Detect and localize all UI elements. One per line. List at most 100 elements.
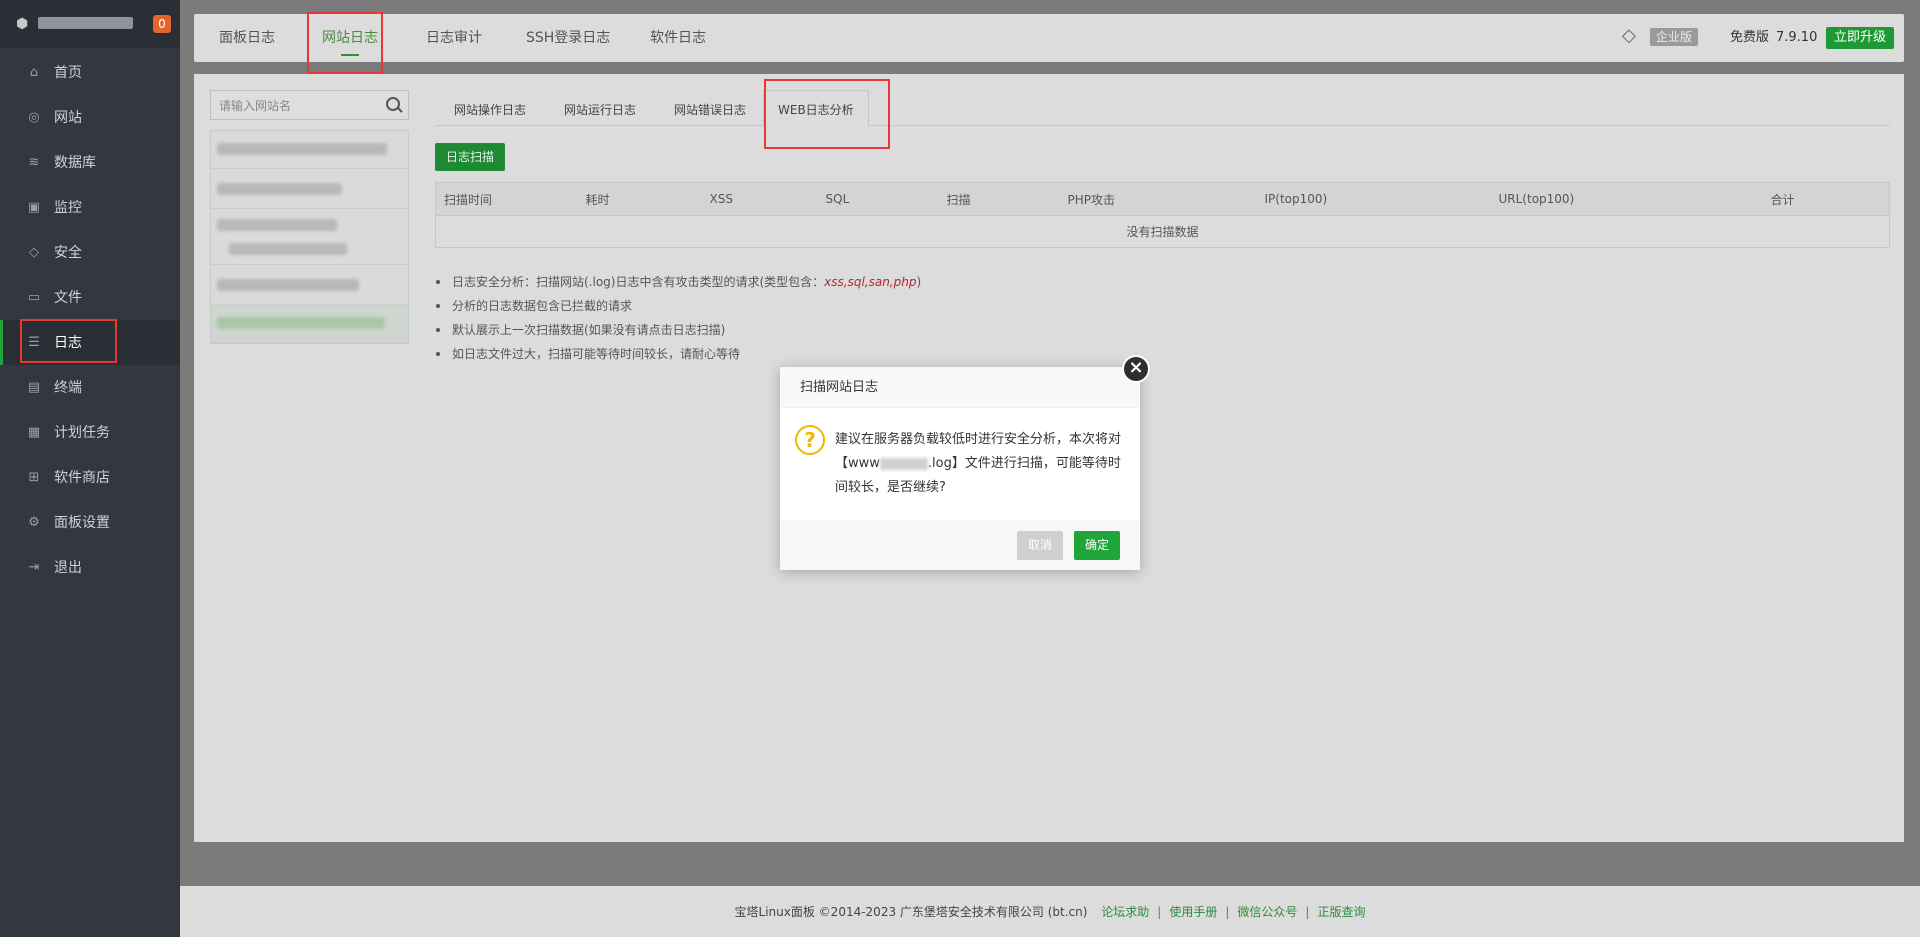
site-list-item[interactable]: [211, 169, 408, 209]
question-icon: ?: [795, 425, 825, 455]
tab-ssh-logs[interactable]: SSH登录日志: [526, 29, 610, 47]
divider: |: [1157, 905, 1162, 919]
column-header[interactable]: 扫描时间: [435, 182, 578, 216]
log-scan-button[interactable]: 日志扫描: [435, 143, 506, 171]
footer-content: 宝塔Linux面板 ©2014-2023 广东堡塔安全技术有限公司 (bt.cn…: [180, 904, 1920, 920]
dialog-title: 扫描网站日志: [800, 380, 879, 395]
dialog-header: 扫描网站日志: [780, 367, 1140, 408]
wechat-link[interactable]: 微信公众号: [1237, 905, 1297, 919]
site-list-item-selected[interactable]: [211, 305, 408, 343]
sidebar-item-label: 面板设置: [54, 515, 110, 531]
site-name-redacted: [217, 279, 359, 291]
bt-logo-icon: ⬢: [16, 16, 29, 32]
table-row: 没有扫描数据: [436, 216, 1890, 248]
site-name-redacted: [217, 143, 387, 155]
sidebar-item-label: 安全: [54, 245, 82, 261]
globe-icon: ◎: [28, 110, 40, 125]
home-icon: ⌂: [29, 65, 39, 80]
note-text: 日志安全分析：扫描网站(.log)日志中含有攻击类型的请求(类型包含：: [452, 275, 825, 289]
sidebar: ⬢ 0 ⌂ 首页 ◎ 网站 ≋ 数据库 ▣ 监控 ◇ 安全 ▭ 文件 ☰ 日志 …: [0, 0, 180, 937]
site-list: [210, 130, 409, 344]
column-header[interactable]: 合计: [1762, 182, 1890, 216]
sidebar-item-cron[interactable]: ▦ 计划任务: [0, 410, 180, 455]
sidebar-item-website[interactable]: ◎ 网站: [0, 95, 180, 140]
column-header[interactable]: PHP攻击: [1059, 182, 1257, 216]
sidebar-item-home[interactable]: ⌂ 首页: [0, 50, 180, 95]
sidebar-item-label: 计划任务: [54, 425, 110, 441]
site-list-item[interactable]: [211, 131, 408, 169]
folder-icon: ▭: [27, 290, 41, 305]
note-item: 如日志文件过大，扫描可能等待时间较长，请耐心等待: [435, 342, 921, 366]
diamond-icon: ◇: [1622, 25, 1636, 46]
close-icon[interactable]: ×: [1122, 355, 1150, 383]
note-item: 日志安全分析：扫描网站(.log)日志中含有攻击类型的请求(类型包含：xss,s…: [435, 270, 921, 294]
enterprise-label: 企业版: [1650, 28, 1699, 46]
highlight-box-logs-menu: [20, 319, 117, 363]
footer: 宝塔Linux面板 ©2014-2023 广东堡塔安全技术有限公司 (bt.cn…: [180, 886, 1920, 937]
log-subtabs: 网站操作日志 网站运行日志 网站错误日志 WEB日志分析: [435, 74, 1890, 127]
site-search: [210, 90, 409, 120]
divider: |: [1305, 905, 1310, 919]
column-header[interactable]: 扫描: [938, 182, 1060, 216]
sidebar-item-label: 监控: [54, 200, 82, 216]
site-search-input[interactable]: [219, 97, 379, 115]
attack-types-highlight: xss,sql,san,php: [824, 275, 917, 289]
scan-confirm-dialog: 扫描网站日志 × ? 建议在服务器负载较低时进行安全分析，本次将对【www .lo…: [780, 355, 1150, 570]
notification-badge[interactable]: 0: [153, 15, 171, 33]
site-name-redacted: [217, 219, 337, 231]
logout-icon: ⇥: [28, 560, 40, 575]
domain-redacted: [879, 457, 928, 470]
license-check-link[interactable]: 正版查询: [1317, 905, 1365, 919]
highlight-box-website-logs-tab: [307, 12, 383, 74]
cancel-button[interactable]: 取消: [1017, 531, 1064, 560]
note-text: ): [916, 275, 922, 289]
forum-link[interactable]: 论坛求助: [1101, 905, 1149, 919]
server-name-redacted: [38, 17, 133, 29]
sidebar-item-database[interactable]: ≋ 数据库: [0, 140, 180, 185]
enterprise-badge[interactable]: ◇ 企业版: [1622, 27, 1699, 47]
site-name-redacted: [217, 183, 342, 195]
column-header[interactable]: SQL: [817, 182, 939, 216]
version-label: 7.9.10: [1776, 30, 1818, 45]
shield-icon: ◇: [29, 245, 39, 260]
sidebar-item-label: 网站: [54, 110, 82, 126]
note-item: 分析的日志数据包含已拦截的请求: [435, 294, 921, 318]
tab-software-logs[interactable]: 软件日志: [650, 29, 706, 47]
subtab-site-run-logs[interactable]: 网站运行日志: [564, 102, 636, 126]
terminal-icon: ▤: [27, 380, 41, 395]
site-list-item[interactable]: [211, 265, 408, 305]
tab-panel-logs[interactable]: 面板日志: [219, 29, 275, 47]
manual-link[interactable]: 使用手册: [1169, 905, 1217, 919]
sidebar-item-label: 文件: [54, 290, 82, 306]
empty-table-message: 没有扫描数据: [1126, 225, 1199, 239]
site-name-redacted: [229, 243, 347, 255]
sidebar-item-label: 数据库: [54, 155, 96, 171]
monitor-icon: ▣: [27, 200, 41, 215]
sidebar-item-files[interactable]: ▭ 文件: [0, 275, 180, 320]
subtab-site-operation-logs[interactable]: 网站操作日志: [454, 102, 526, 126]
column-header[interactable]: URL(top100): [1490, 182, 1763, 216]
sidebar-item-settings[interactable]: ⚙ 面板设置: [0, 500, 180, 545]
confirm-button[interactable]: 确定: [1074, 531, 1121, 560]
sidebar-item-terminal[interactable]: ▤ 终端: [0, 365, 180, 410]
dialog-footer: 取消 确定: [780, 520, 1140, 570]
sidebar-item-logout[interactable]: ⇥ 退出: [0, 545, 180, 590]
subtab-site-error-logs[interactable]: 网站错误日志: [674, 102, 746, 126]
copyright-text: 宝塔Linux面板 ©2014-2023 广东堡塔安全技术有限公司 (bt.cn…: [734, 905, 1088, 919]
upgrade-button[interactable]: 立即升级: [1826, 27, 1895, 49]
column-header[interactable]: XSS: [701, 182, 818, 216]
site-list-item[interactable]: [211, 209, 408, 265]
sidebar-header: ⬢ 0: [0, 0, 180, 48]
sidebar-item-label: 退出: [54, 560, 82, 576]
search-icon[interactable]: [386, 97, 400, 111]
sidebar-item-monitor[interactable]: ▣ 监控: [0, 185, 180, 230]
sidebar-item-store[interactable]: ⊞ 软件商店: [0, 455, 180, 500]
column-header[interactable]: 耗时: [577, 182, 702, 216]
tab-log-audit[interactable]: 日志审计: [426, 29, 482, 47]
scan-results-table: 扫描时间 耗时 XSS SQL 扫描 PHP攻击 IP(top100) URL(…: [435, 182, 1890, 248]
note-item: 默认展示上一次扫描数据(如果没有请点击日志扫描): [435, 318, 921, 342]
sidebar-item-security[interactable]: ◇ 安全: [0, 230, 180, 275]
calendar-icon: ▦: [27, 425, 41, 440]
column-header[interactable]: IP(top100): [1256, 182, 1491, 216]
gear-icon: ⚙: [28, 515, 40, 530]
